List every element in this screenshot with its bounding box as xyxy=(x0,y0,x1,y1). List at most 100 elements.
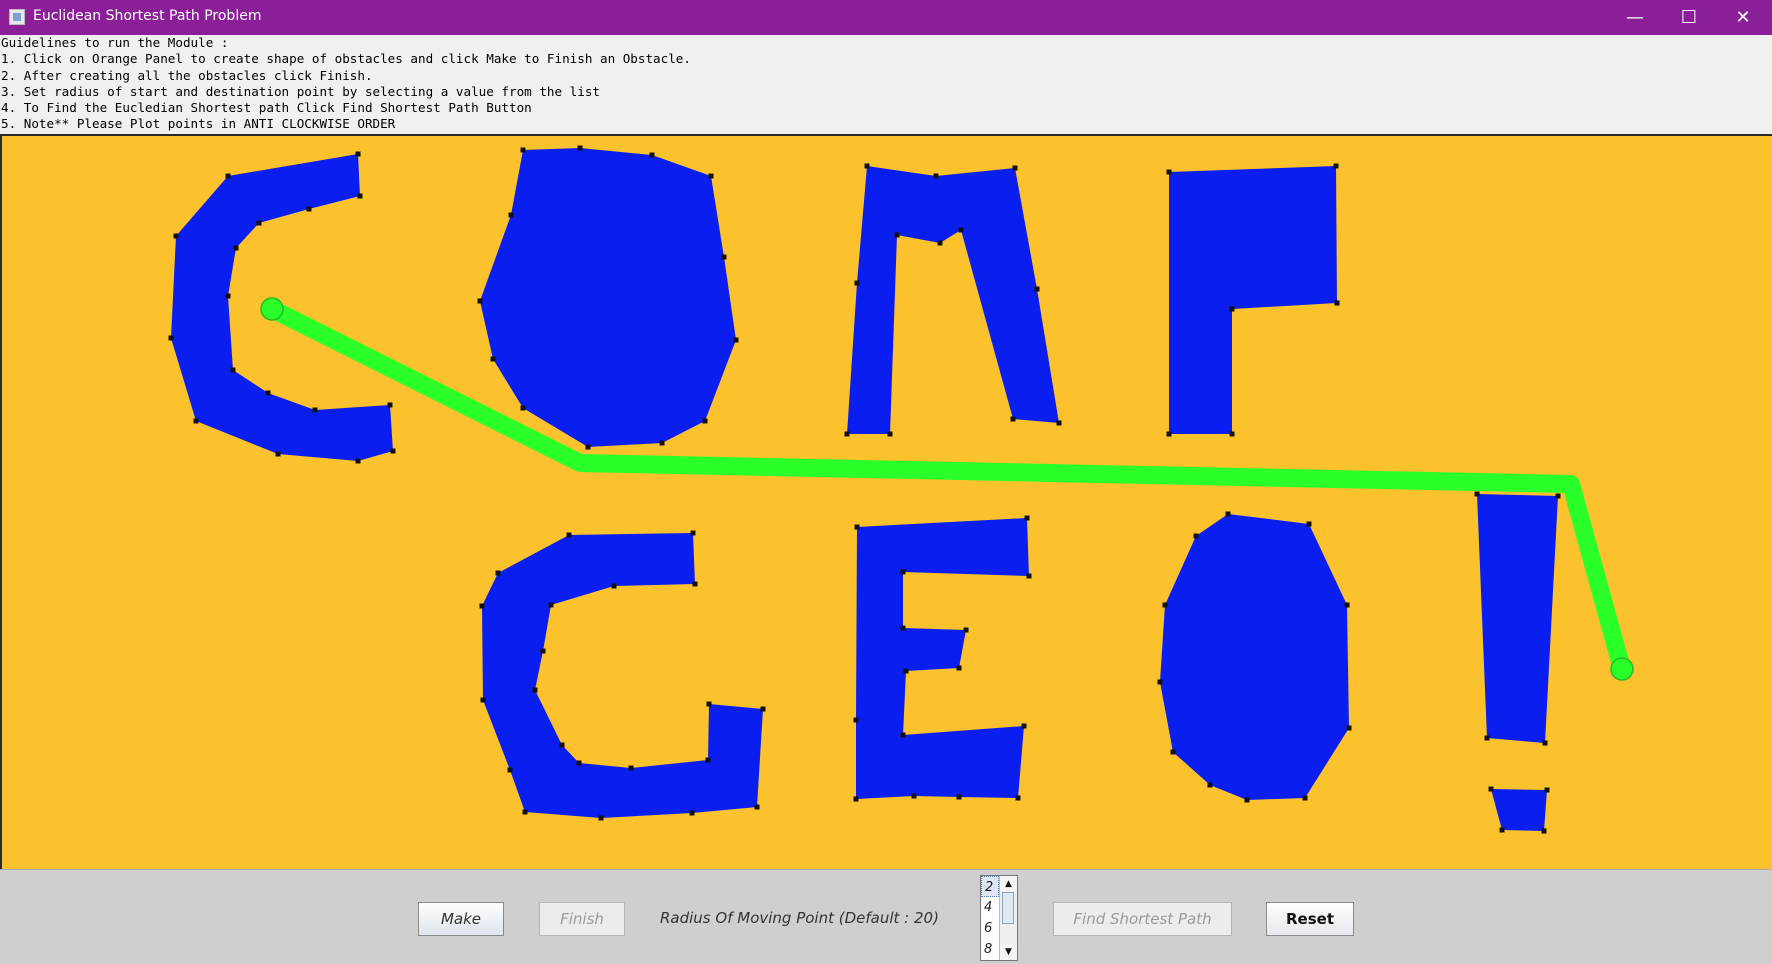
obstacle-letter-o-top xyxy=(480,148,736,447)
vertex-marker xyxy=(1034,286,1040,292)
guideline-line-3: 3. Set radius of start and destination p… xyxy=(1,83,600,99)
radius-option[interactable]: 2 xyxy=(981,876,999,897)
vertex-marker xyxy=(1170,749,1176,755)
vertex-marker xyxy=(903,668,909,674)
vertex-marker xyxy=(933,173,939,179)
vertex-marker xyxy=(1302,795,1308,801)
vertex-marker xyxy=(1544,787,1550,793)
vertex-marker xyxy=(598,815,604,821)
vertex-marker xyxy=(1157,679,1163,685)
vertex-marker xyxy=(225,173,231,179)
radius-list[interactable]: 2 4 6 8 ▲ ▼ xyxy=(980,875,1018,961)
vertex-marker xyxy=(689,810,695,816)
vertex-marker xyxy=(706,701,712,707)
control-panel: Make Finish Radius Of Moving Point (Defa… xyxy=(0,869,1772,964)
radius-label: Radius Of Moving Point (Default : 20) xyxy=(660,909,939,927)
vertex-marker xyxy=(844,431,850,437)
drawing-panel[interactable] xyxy=(0,134,1772,869)
vertex-marker xyxy=(611,583,617,589)
vertex-marker xyxy=(275,451,281,457)
vertex-marker xyxy=(265,390,271,396)
vertex-marker xyxy=(490,356,496,362)
vertex-marker xyxy=(900,732,906,738)
obstacle-canvas[interactable] xyxy=(2,136,1772,869)
vertex-marker xyxy=(1306,521,1312,527)
vertex-marker xyxy=(708,173,714,179)
obstacle-letter-e-bottom xyxy=(856,518,1029,799)
radius-option[interactable]: 6 xyxy=(981,918,999,939)
title-bar: Euclidean Shortest Path Problem — ☐ ✕ xyxy=(0,0,1772,35)
minimize-button[interactable]: — xyxy=(1608,0,1662,35)
scroll-thumb[interactable] xyxy=(1002,892,1014,924)
vertex-marker xyxy=(1162,602,1168,608)
vertex-marker xyxy=(659,440,665,446)
vertex-marker xyxy=(306,206,312,212)
vertex-marker xyxy=(1333,163,1339,169)
vertex-marker xyxy=(507,767,513,773)
vertex-marker xyxy=(690,530,696,536)
vertex-marker xyxy=(705,757,711,763)
finish-button[interactable]: Finish xyxy=(539,902,625,936)
vertex-marker xyxy=(508,212,514,218)
vertex-marker xyxy=(520,147,526,153)
vertex-marker xyxy=(733,337,739,343)
vertex-marker xyxy=(1244,797,1250,803)
vertex-marker xyxy=(854,524,860,530)
vertex-marker xyxy=(956,794,962,800)
vertex-marker xyxy=(958,227,964,233)
vertex-marker xyxy=(520,405,526,411)
vertex-marker xyxy=(1193,533,1199,539)
vertex-marker xyxy=(1474,491,1480,497)
vertex-marker xyxy=(390,448,396,454)
vertex-marker xyxy=(256,220,262,226)
vertex-marker xyxy=(702,418,708,424)
vertex-marker xyxy=(230,367,236,373)
vertex-marker xyxy=(1024,515,1030,521)
obstacle-letter-o-bottom xyxy=(1160,514,1349,800)
guidelines-text-area: Guidelines to run the Module : 1. Click … xyxy=(0,35,1772,134)
make-button[interactable]: Make xyxy=(418,902,504,936)
scroll-up-arrow-icon[interactable]: ▲ xyxy=(1000,876,1017,892)
vertex-marker xyxy=(355,151,361,157)
guideline-line-4: 4. To Find the Eucledian Shortest path C… xyxy=(1,100,532,116)
radius-list-scrollbar[interactable]: ▲ ▼ xyxy=(999,876,1017,960)
window-title: Euclidean Shortest Path Problem xyxy=(33,8,262,24)
vertex-marker xyxy=(477,298,483,304)
scroll-down-arrow-icon[interactable]: ▼ xyxy=(1000,944,1017,960)
vertex-marker xyxy=(1334,300,1340,306)
vertex-marker xyxy=(1026,573,1032,579)
close-button[interactable]: ✕ xyxy=(1716,0,1770,35)
vertex-marker xyxy=(1346,725,1352,731)
vertex-marker xyxy=(721,254,727,260)
guideline-line-2: 2. After creating all the obstacles clic… xyxy=(1,67,373,83)
radius-option[interactable]: 8 xyxy=(981,939,999,960)
vertex-marker xyxy=(937,240,943,246)
vertex-marker xyxy=(532,687,538,693)
vertex-marker xyxy=(168,335,174,341)
guideline-heading: Guidelines to run the Module : xyxy=(1,35,229,50)
maximize-button[interactable]: ☐ xyxy=(1662,0,1716,35)
find-shortest-path-button[interactable]: Find Shortest Path xyxy=(1053,902,1232,936)
destination-point xyxy=(1610,657,1634,681)
radius-option[interactable]: 4 xyxy=(981,897,999,918)
vertex-marker xyxy=(559,742,565,748)
java-app-icon xyxy=(9,9,25,25)
vertex-marker xyxy=(854,280,860,286)
obstacle-letter-m-top xyxy=(847,166,1059,434)
vertex-marker xyxy=(577,145,583,151)
vertex-marker xyxy=(1021,723,1027,729)
vertex-marker xyxy=(900,569,906,575)
vertex-marker xyxy=(585,444,591,450)
reset-button[interactable]: Reset xyxy=(1266,902,1354,936)
vertex-marker xyxy=(173,233,179,239)
vertex-marker xyxy=(692,581,698,587)
vertex-marker xyxy=(628,765,634,771)
vertex-marker xyxy=(760,706,766,712)
vertex-marker xyxy=(387,402,393,408)
vertex-marker xyxy=(853,796,859,802)
vertex-marker xyxy=(1166,169,1172,175)
guideline-line-1: 1. Click on Orange Panel to create shape… xyxy=(1,51,691,67)
obstacle-exclaim-dot xyxy=(1491,789,1547,831)
vertex-marker xyxy=(754,804,760,810)
vertex-marker xyxy=(1229,306,1235,312)
